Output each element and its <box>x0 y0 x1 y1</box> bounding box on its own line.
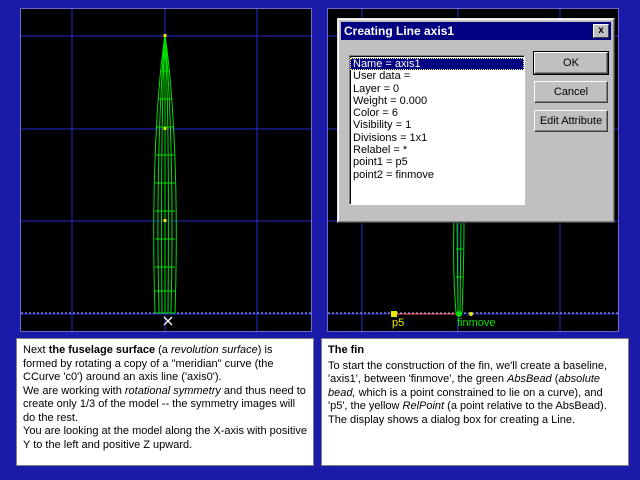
p5-label: p5 <box>392 317 405 329</box>
italic-term: rotational symmetry <box>124 384 221 397</box>
attribute-item-point2[interactable]: point2 = finmove <box>350 169 524 181</box>
dialog-title-bar[interactable]: Creating Line axis1 x <box>341 22 611 40</box>
fin-paragraph-2: The display shows a dialog box for creat… <box>328 413 576 426</box>
attribute-item-divisions[interactable]: Divisions = 1x1 <box>350 132 524 144</box>
fin-paragraph-1: To start the construction of the fin, we… <box>328 360 622 414</box>
italic-term: AbsBead <box>507 373 552 385</box>
attribute-item-layer[interactable]: Layer = 0 <box>350 83 524 95</box>
text-span: (a <box>155 344 171 356</box>
attribute-item-weight[interactable]: Weight = 0.000 <box>350 95 524 107</box>
fuselage-surface <box>153 34 177 314</box>
italic-term: revolution surface <box>170 344 258 356</box>
create-line-dialog: Creating Line axis1 x Name = axis1 User … <box>337 18 615 223</box>
fin-description-panel: The fin To start the construction of the… <box>321 338 629 466</box>
finmove-secondary-point <box>469 312 473 316</box>
fuselage-paragraph-1: Next the fuselage surface (a revolution … <box>23 344 307 385</box>
fuselage-paragraph-3: You are looking at the model along the X… <box>23 425 307 451</box>
fuselage-surface-bottom <box>453 218 465 314</box>
text-span: We are working with <box>23 384 125 397</box>
attribute-listbox[interactable]: Name = axis1 User data = Layer = 0 Weigh… <box>349 55 525 205</box>
edit-attribute-button[interactable]: Edit Attribute <box>534 110 608 132</box>
attribute-item-user-data[interactable]: User data = <box>350 70 524 82</box>
text-span: (a point relative to the AbsBead). <box>444 400 607 412</box>
text-span: Next <box>23 344 49 356</box>
left-viewport[interactable] <box>20 8 312 332</box>
finmove-label: finmove <box>457 317 496 329</box>
cancel-button[interactable]: Cancel <box>534 81 608 103</box>
attribute-item-visibility[interactable]: Visibility = 1 <box>350 119 524 131</box>
fuselage-drawing <box>21 9 311 331</box>
attribute-item-color[interactable]: Color = 6 <box>350 107 524 119</box>
panel-title: The fin <box>328 344 365 356</box>
fuselage-paragraph-2: We are working with rotational symmetry … <box>23 385 307 426</box>
bold-term: the fuselage surface <box>48 344 156 356</box>
attribute-item-relabel[interactable]: Relabel = * <box>350 144 524 156</box>
italic-term: RelPoint <box>402 400 445 412</box>
attribute-item-point1[interactable]: point1 = p5 <box>350 156 524 168</box>
ok-button[interactable]: OK <box>533 51 609 75</box>
close-icon[interactable]: x <box>593 24 609 38</box>
attribute-item-name[interactable]: Name = axis1 <box>350 58 524 71</box>
dialog-title: Creating Line axis1 <box>344 24 455 38</box>
fuselage-description-panel: Next the fuselage surface (a revolution … <box>16 338 314 466</box>
